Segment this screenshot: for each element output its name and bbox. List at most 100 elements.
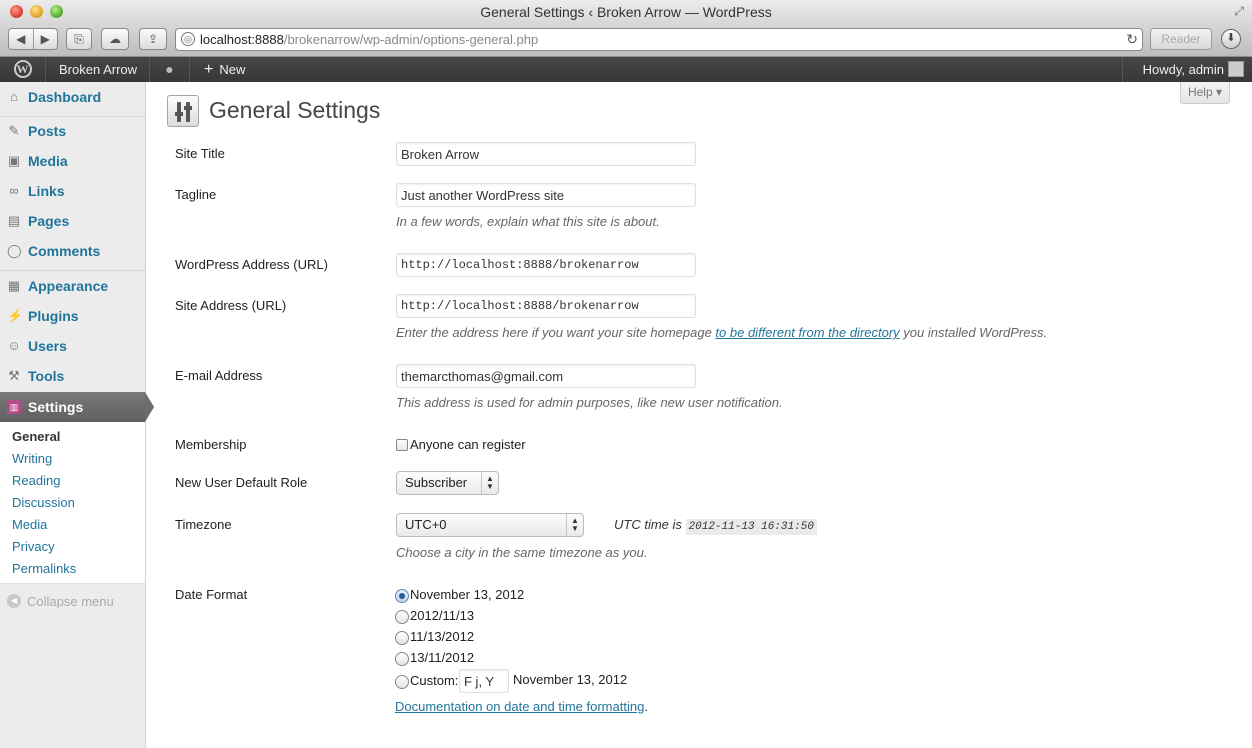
zoom-window-button[interactable] xyxy=(50,5,63,18)
timezone-select[interactable]: UTC+0 ▲ ▼ xyxy=(396,513,584,537)
submenu-item-discussion[interactable]: Discussion xyxy=(12,492,75,514)
menu-label: Users xyxy=(28,338,67,354)
address-bar[interactable]: ◎ localhost:8888/brokenarrow/wp-admin/op… xyxy=(175,28,1143,51)
email-input[interactable] xyxy=(396,364,696,388)
date-format-custom-label[interactable]: Custom: xyxy=(410,673,458,688)
date-doc-line: Documentation on date and time formattin… xyxy=(395,699,648,714)
wordpress-logo-icon: W xyxy=(13,60,32,78)
menu-item-media[interactable]: ▣ Media xyxy=(0,146,145,176)
menu-item-links[interactable]: ∞ Links xyxy=(0,176,145,206)
menu-label: Links xyxy=(28,183,65,199)
browser-toolbar: ◀ ▶ ⎘ ☁ ⇪ ◎ localhost:8888/brokenarrow/w… xyxy=(0,25,1252,57)
downloads-icon[interactable]: ⬇ xyxy=(1221,29,1241,49)
collapse-label: Collapse menu xyxy=(27,594,114,609)
date-format-radio-2[interactable] xyxy=(395,610,409,624)
url-path: /brokenarrow/wp-admin/options-general.ph… xyxy=(283,32,539,47)
different-directory-link[interactable]: to be different from the directory xyxy=(715,325,899,340)
menu-item-pages[interactable]: ▤ Pages xyxy=(0,206,145,236)
submenu-item-privacy[interactable]: Privacy xyxy=(12,536,55,558)
default-role-select[interactable]: Subscriber ▲ ▼ xyxy=(396,471,499,495)
plus-icon: + xyxy=(204,61,214,78)
anyone-can-register-label[interactable]: Anyone can register xyxy=(410,437,526,452)
plugin-icon: ⚡ xyxy=(7,308,24,323)
reader-button[interactable]: Reader xyxy=(1150,28,1212,50)
share-icon[interactable]: ⇪ xyxy=(139,28,167,50)
active-menu-arrow xyxy=(145,392,154,422)
icloud-tabs-icon[interactable]: ☁ xyxy=(101,28,129,50)
forward-arrow-icon[interactable]: ▶ xyxy=(32,29,58,49)
new-content-menu[interactable]: + New xyxy=(192,57,264,82)
site-name-link[interactable]: Broken Arrow xyxy=(46,57,150,82)
timezone-value: UTC+0 xyxy=(405,517,447,532)
timezone-label: Timezone xyxy=(175,517,232,532)
menu-item-dashboard[interactable]: ⌂ Dashboard xyxy=(0,82,145,112)
appearance-icon: ▦ xyxy=(7,278,21,293)
menu-item-tools[interactable]: ⚒ Tools xyxy=(0,361,145,391)
date-format-radio-custom[interactable] xyxy=(395,675,409,689)
date-time-documentation-link[interactable]: Documentation on date and time formattin… xyxy=(395,699,644,714)
utc-time-prefix: UTC time is xyxy=(614,517,682,532)
wordpress-address-input[interactable] xyxy=(396,253,696,277)
link-icon: ∞ xyxy=(9,183,19,198)
settings-submenu: General Writing Reading Discussion Media… xyxy=(0,422,145,584)
help-tab-button[interactable]: Help ▾ xyxy=(1180,82,1230,104)
window-titlebar: General Settings ‹ Broken Arrow — WordPr… xyxy=(0,0,1252,25)
pushpin-icon: ✎ xyxy=(8,123,20,138)
reload-icon[interactable]: ↻ xyxy=(1126,29,1138,50)
menu-item-plugins[interactable]: ⚡ Plugins xyxy=(0,301,145,331)
pages-icon: ▤ xyxy=(7,213,21,228)
tagline-label: Tagline xyxy=(175,187,217,202)
history-icon[interactable]: ⎘ xyxy=(66,28,92,50)
menu-item-settings[interactable]: ▥ Settings xyxy=(0,392,154,422)
site-title-input[interactable] xyxy=(396,142,696,166)
menu-label: Media xyxy=(28,153,68,169)
menu-item-users[interactable]: ☺ Users xyxy=(0,331,145,361)
back-arrow-icon[interactable]: ◀ xyxy=(9,29,33,49)
wordpress-address-label: WordPress Address (URL) xyxy=(175,257,328,272)
comment-icon: ◯ xyxy=(7,243,22,258)
menu-item-comments[interactable]: ◯ Comments xyxy=(0,236,145,266)
avatar xyxy=(1228,61,1244,77)
site-address-description: Enter the address here if you want your … xyxy=(396,325,1047,340)
collapse-menu-button[interactable]: ◀ Collapse menu xyxy=(7,594,114,610)
home-icon: ⌂ xyxy=(10,89,18,104)
submenu-item-general[interactable]: General xyxy=(12,426,60,448)
tagline-input[interactable] xyxy=(396,183,696,207)
tagline-description: In a few words, explain what this site i… xyxy=(396,214,660,229)
date-format-radio-4[interactable] xyxy=(395,652,409,666)
submenu-item-reading[interactable]: Reading xyxy=(12,470,60,492)
settings-page-icon xyxy=(167,95,199,127)
submenu-item-media[interactable]: Media xyxy=(12,514,47,536)
email-label: E-mail Address xyxy=(175,368,263,383)
date-format-radio-1[interactable] xyxy=(395,589,409,603)
minimize-window-button[interactable] xyxy=(30,5,43,18)
custom-date-format-input[interactable] xyxy=(459,669,509,693)
comments-bubble-icon[interactable]: ● xyxy=(150,57,190,82)
submenu-item-writing[interactable]: Writing xyxy=(12,448,52,470)
menu-item-appearance[interactable]: ▦ Appearance xyxy=(0,271,145,301)
collapse-arrow-icon: ◀ xyxy=(7,594,21,608)
submenu-item-permalinks[interactable]: Permalinks xyxy=(12,558,76,580)
date-format-option-3[interactable]: 11/13/2012 xyxy=(410,629,474,644)
wp-logo-menu[interactable]: W xyxy=(0,57,46,82)
window-title: General Settings ‹ Broken Arrow — WordPr… xyxy=(480,4,772,20)
howdy-label: Howdy, admin xyxy=(1142,62,1224,77)
doc-suffix: . xyxy=(644,699,648,714)
site-address-desc-text: Enter the address here if you want your … xyxy=(396,325,716,340)
date-format-option-2[interactable]: 2012/11/13 xyxy=(410,608,474,623)
default-role-value: Subscriber xyxy=(405,475,468,490)
users-icon: ☺ xyxy=(7,338,21,353)
utc-time-value: 2012-11-13 16:31:50 xyxy=(685,519,817,535)
date-format-option-1[interactable]: November 13, 2012 xyxy=(410,587,524,602)
anyone-can-register-checkbox[interactable] xyxy=(396,439,408,451)
menu-item-posts[interactable]: ✎ Posts xyxy=(0,116,145,146)
new-label: New xyxy=(219,62,246,77)
menu-label: Settings xyxy=(28,399,84,415)
close-window-button[interactable] xyxy=(10,5,23,18)
date-format-radio-3[interactable] xyxy=(395,631,409,645)
date-format-option-4[interactable]: 13/11/2012 xyxy=(410,650,474,665)
select-arrows-icon: ▲ ▼ xyxy=(481,472,498,494)
site-address-input[interactable] xyxy=(396,294,696,318)
fullscreen-icon[interactable]: ⤢ xyxy=(1234,4,1244,18)
my-account-menu[interactable]: Howdy, admin xyxy=(1122,57,1252,82)
